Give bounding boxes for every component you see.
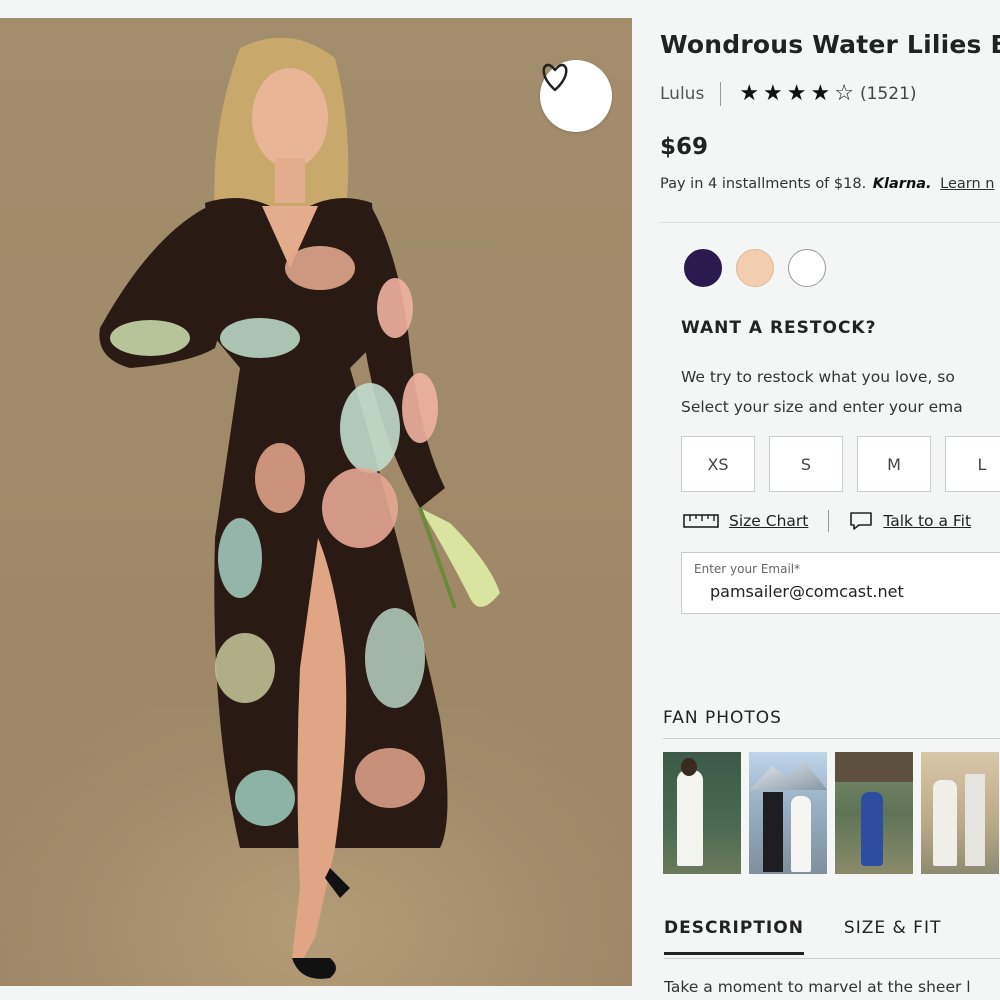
heart-icon	[542, 63, 568, 92]
email-field[interactable]: Enter your Email*	[681, 552, 1000, 614]
section-divider	[660, 222, 1000, 223]
fan-photos-heading: FAN PHOTOS	[663, 708, 782, 728]
tab-description[interactable]: DESCRIPTION	[664, 910, 804, 955]
tab-size-fit[interactable]: SIZE & FIT	[844, 910, 941, 955]
fan-photos-row	[663, 752, 999, 874]
info-tabs: DESCRIPTION SIZE & FIT	[664, 910, 941, 955]
star-icon: ★	[810, 81, 831, 106]
restock-line-1: We try to restock what you love, so	[681, 368, 955, 386]
star-icon: ★	[739, 81, 760, 106]
review-count[interactable]: (1521)	[860, 84, 917, 104]
help-links: Size Chart Talk to a Fit	[683, 510, 971, 532]
chat-icon	[850, 512, 873, 530]
divider	[828, 510, 830, 532]
favorite-button[interactable]	[540, 60, 612, 132]
fan-photo-2[interactable]	[749, 752, 827, 874]
tabs-underline	[664, 958, 1000, 959]
divider	[663, 738, 1000, 739]
price: $69	[660, 134, 709, 160]
size-button-s[interactable]: S	[769, 436, 843, 492]
klarna-installments: Pay in 4 installments of $18. Klarna. Le…	[660, 176, 1000, 192]
ruler-icon	[683, 514, 719, 528]
star-icon: ★	[786, 81, 807, 106]
email-input[interactable]	[710, 582, 990, 601]
size-button-xs[interactable]: XS	[681, 436, 755, 492]
restock-text: We try to restock what you love, so Sele…	[681, 362, 963, 422]
product-image[interactable]	[0, 18, 632, 986]
size-button-m[interactable]: M	[857, 436, 931, 492]
fan-photo-3[interactable]	[835, 752, 913, 874]
swatch-peach[interactable]	[736, 249, 774, 287]
swatch-purple[interactable]	[684, 249, 722, 287]
size-chart-link[interactable]: Size Chart	[729, 512, 808, 530]
model-illustration	[99, 37, 500, 979]
divider	[720, 81, 722, 106]
brand-link[interactable]: Lulus	[660, 84, 704, 104]
size-button-l[interactable]: L	[945, 436, 1000, 492]
size-selector: XS S M L	[681, 436, 1000, 492]
fan-photo-4[interactable]	[921, 752, 999, 874]
restock-heading: WANT A RESTOCK?	[681, 318, 877, 338]
swatch-white[interactable]	[788, 249, 826, 287]
klarna-logo: Klarna.	[872, 176, 932, 192]
half-star-icon: ☆	[834, 81, 854, 106]
brand-rating-row: Lulus ★ ★ ★ ★ ☆ (1521)	[660, 81, 1000, 106]
product-title: Wondrous Water Lilies Bla	[660, 30, 1000, 59]
product-info: Wondrous Water Lilies Bla Lulus ★ ★ ★ ★ …	[660, 30, 1000, 192]
rating-stars[interactable]: ★ ★ ★ ★ ☆	[739, 81, 854, 106]
learn-more-link[interactable]: Learn n	[940, 176, 994, 192]
star-icon: ★	[763, 81, 783, 106]
talk-to-fit-link[interactable]: Talk to a Fit	[883, 512, 971, 530]
email-label: Enter your Email*	[694, 562, 801, 576]
restock-line-2: Select your size and enter your ema	[681, 398, 963, 416]
color-swatches	[684, 249, 826, 287]
description-text: Take a moment to marvel at the sheer l	[664, 978, 971, 996]
installments-text: Pay in 4 installments of $18.	[660, 176, 867, 192]
fan-photo-1[interactable]	[663, 752, 741, 874]
